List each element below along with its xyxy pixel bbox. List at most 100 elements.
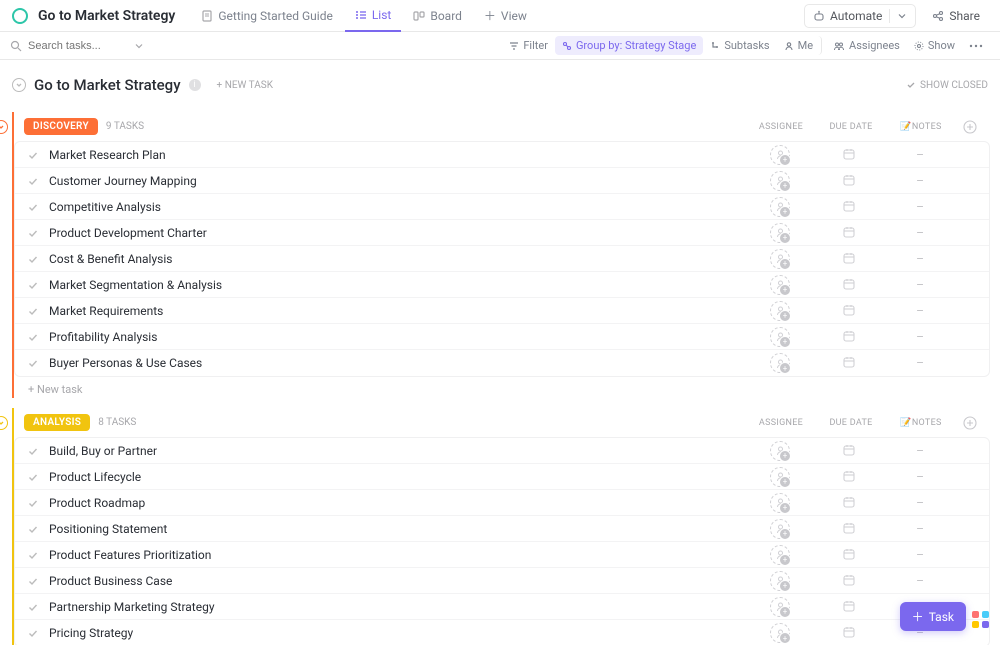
notes-cell[interactable]: – xyxy=(885,174,955,188)
check-icon[interactable] xyxy=(27,471,39,483)
show-button[interactable]: Show xyxy=(907,36,962,55)
check-icon[interactable] xyxy=(27,305,39,317)
new-task-fab[interactable]: ＋ Task xyxy=(900,602,966,631)
group-collapse-caret[interactable] xyxy=(0,416,8,430)
assignee-cell[interactable] xyxy=(745,223,815,243)
task-row[interactable]: Competitive Analysis– xyxy=(15,194,989,220)
task-row[interactable]: Partnership Marketing Strategy– xyxy=(15,594,989,620)
tab-getting-started[interactable]: Getting Started Guide xyxy=(191,0,342,32)
due-date-cell[interactable] xyxy=(815,251,885,267)
task-row[interactable]: Pricing Strategy– xyxy=(15,620,989,645)
task-row[interactable]: Positioning Statement– xyxy=(15,516,989,542)
due-date-cell[interactable] xyxy=(815,355,885,371)
add-column-button[interactable] xyxy=(956,120,984,134)
col-notes[interactable]: 📝NOTES xyxy=(886,418,956,428)
automate-button[interactable]: Automate xyxy=(804,4,916,28)
group-label[interactable]: DISCOVERY xyxy=(24,118,98,135)
assignee-cell[interactable] xyxy=(745,145,815,165)
check-icon[interactable] xyxy=(27,201,39,213)
check-icon[interactable] xyxy=(27,523,39,535)
due-date-cell[interactable] xyxy=(815,303,885,319)
due-date-cell[interactable] xyxy=(815,147,885,163)
assignee-cell[interactable] xyxy=(745,545,815,565)
task-row[interactable]: Product Lifecycle– xyxy=(15,464,989,490)
assignee-cell[interactable] xyxy=(745,353,815,373)
due-date-cell[interactable] xyxy=(815,599,885,615)
due-date-cell[interactable] xyxy=(815,469,885,485)
notes-cell[interactable]: – xyxy=(885,574,955,588)
info-icon[interactable]: i xyxy=(189,79,201,91)
notes-cell[interactable]: – xyxy=(885,278,955,292)
filter-button[interactable]: Filter xyxy=(502,36,555,55)
notes-cell[interactable]: – xyxy=(885,522,955,536)
notes-cell[interactable]: – xyxy=(885,496,955,510)
assignee-cell[interactable] xyxy=(745,327,815,347)
tab-board[interactable]: Board xyxy=(403,0,472,32)
check-icon[interactable] xyxy=(27,227,39,239)
new-task-link[interactable]: + NEW TASK xyxy=(217,80,273,91)
due-date-cell[interactable] xyxy=(815,625,885,641)
due-date-cell[interactable] xyxy=(815,521,885,537)
due-date-cell[interactable] xyxy=(815,277,885,293)
search-wrap[interactable] xyxy=(10,40,160,52)
due-date-cell[interactable] xyxy=(815,225,885,241)
notes-cell[interactable]: – xyxy=(885,200,955,214)
chevron-down-icon[interactable] xyxy=(134,41,144,51)
assignee-cell[interactable] xyxy=(745,597,815,617)
notes-cell[interactable]: – xyxy=(885,304,955,318)
app-logo[interactable] xyxy=(12,8,28,24)
col-assignee[interactable]: ASSIGNEE xyxy=(746,418,816,428)
group-by-button[interactable]: Group by: Strategy Stage xyxy=(555,36,703,55)
notes-cell[interactable]: – xyxy=(885,252,955,266)
assignees-button[interactable]: Assignees xyxy=(826,36,907,55)
notes-cell[interactable]: – xyxy=(885,470,955,484)
task-row[interactable]: Product Roadmap– xyxy=(15,490,989,516)
check-icon[interactable] xyxy=(27,331,39,343)
notes-cell[interactable]: – xyxy=(885,356,955,370)
check-icon[interactable] xyxy=(27,601,39,613)
notes-cell[interactable]: – xyxy=(885,548,955,562)
assignee-cell[interactable] xyxy=(745,275,815,295)
task-row[interactable]: Product Features Prioritization– xyxy=(15,542,989,568)
group-collapse-caret[interactable] xyxy=(0,120,8,134)
assignee-cell[interactable] xyxy=(745,301,815,321)
check-icon[interactable] xyxy=(27,357,39,369)
group-label[interactable]: ANALYSIS xyxy=(24,414,90,431)
assignee-cell[interactable] xyxy=(745,171,815,191)
share-button[interactable]: Share xyxy=(924,5,988,27)
notes-cell[interactable]: – xyxy=(885,148,955,162)
notes-cell[interactable]: – xyxy=(885,444,955,458)
tab-list[interactable]: List xyxy=(345,0,402,32)
assignee-cell[interactable] xyxy=(745,441,815,461)
task-row[interactable]: Build, Buy or Partner– xyxy=(15,438,989,464)
col-due-date[interactable]: DUE DATE xyxy=(816,418,886,428)
due-date-cell[interactable] xyxy=(815,443,885,459)
check-icon[interactable] xyxy=(27,575,39,587)
due-date-cell[interactable] xyxy=(815,199,885,215)
task-row[interactable]: Cost & Benefit Analysis– xyxy=(15,246,989,272)
assignee-cell[interactable] xyxy=(745,493,815,513)
check-icon[interactable] xyxy=(27,549,39,561)
assignee-cell[interactable] xyxy=(745,519,815,539)
check-icon[interactable] xyxy=(27,497,39,509)
task-row[interactable]: Market Segmentation & Analysis– xyxy=(15,272,989,298)
new-task-row[interactable]: + New task xyxy=(14,377,990,398)
notes-cell[interactable]: – xyxy=(885,226,955,240)
task-row[interactable]: Product Development Charter– xyxy=(15,220,989,246)
notes-cell[interactable]: – xyxy=(885,330,955,344)
check-icon[interactable] xyxy=(27,175,39,187)
check-icon[interactable] xyxy=(27,149,39,161)
show-closed-button[interactable]: SHOW CLOSED xyxy=(906,80,988,91)
more-button[interactable] xyxy=(962,41,990,51)
task-row[interactable]: Market Research Plan– xyxy=(15,142,989,168)
due-date-cell[interactable] xyxy=(815,573,885,589)
task-row[interactable]: Market Requirements– xyxy=(15,298,989,324)
due-date-cell[interactable] xyxy=(815,495,885,511)
col-due-date[interactable]: DUE DATE xyxy=(816,122,886,132)
check-icon[interactable] xyxy=(27,627,39,639)
search-input[interactable] xyxy=(28,40,128,52)
col-assignee[interactable]: ASSIGNEE xyxy=(746,122,816,132)
assignee-cell[interactable] xyxy=(745,249,815,269)
assignee-cell[interactable] xyxy=(745,467,815,487)
task-row[interactable]: Customer Journey Mapping– xyxy=(15,168,989,194)
